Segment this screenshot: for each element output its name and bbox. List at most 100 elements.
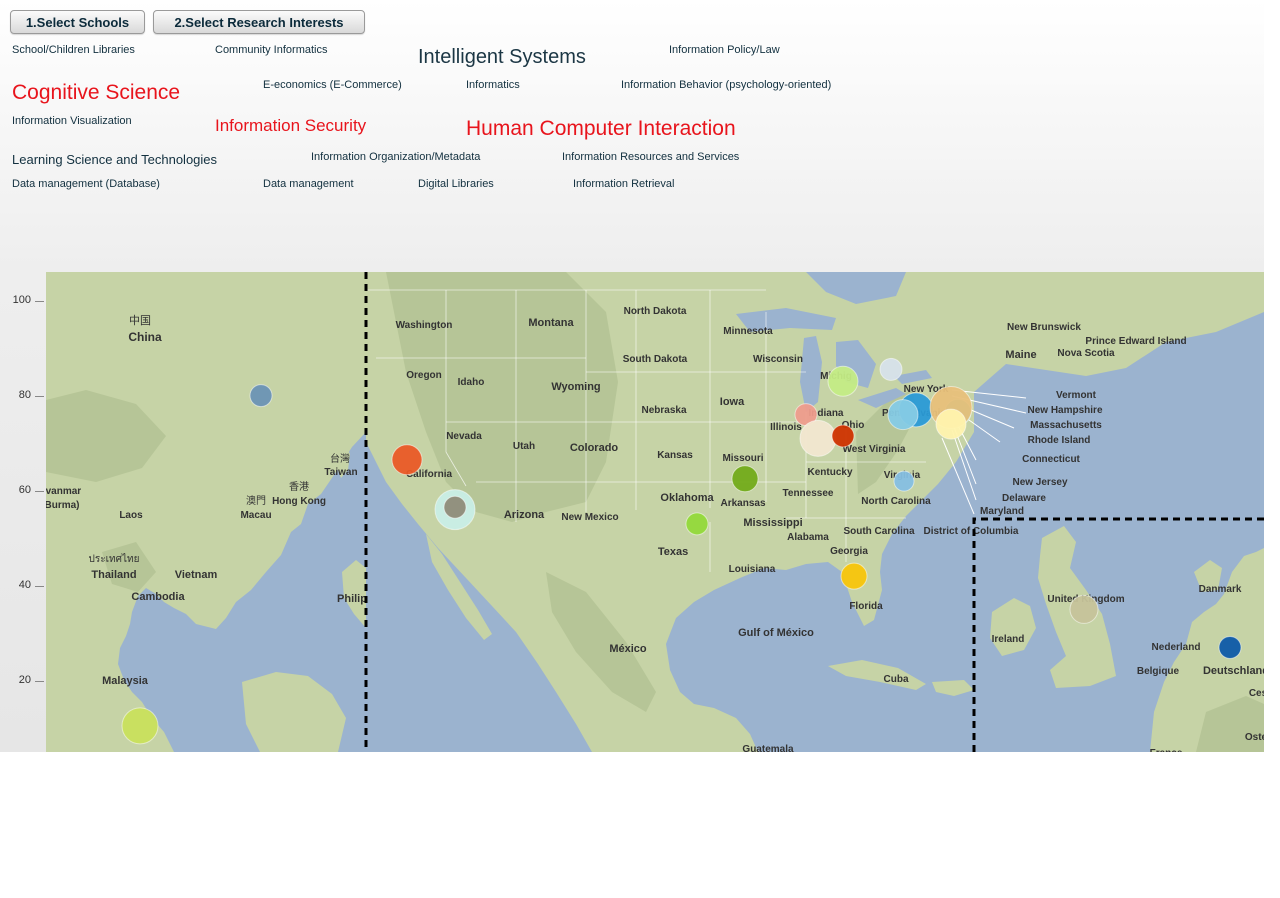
school-bubble[interactable]: New Jersey <box>935 408 967 440</box>
interest-tag-selected[interactable]: Information Security <box>215 117 366 134</box>
y-tick-label: 20 <box>18 673 31 686</box>
map-chart[interactable]: 中国 China 台灣 Taiwan 香港 Hong Kong 澳門 Macau Laos Tha… <box>46 272 1264 752</box>
map-label: West Virginia <box>843 444 906 455</box>
school-bubble[interactable]: Pennsylvania 2 <box>887 399 919 431</box>
map-label: Washington <box>396 320 453 331</box>
interest-tag[interactable]: Information Visualization <box>12 116 132 127</box>
interest-tag[interactable]: Information Retrieval <box>573 179 675 190</box>
map-label: New Hampshire <box>1027 405 1102 416</box>
map-label: Philip <box>337 593 367 605</box>
interest-tag[interactable]: Digital Libraries <box>418 179 494 190</box>
map-label: Kentucky <box>807 467 852 478</box>
school-bubble[interactable]: Southern California (inner) <box>443 495 467 519</box>
interest-tag[interactable]: Data management <box>263 179 354 190</box>
map-label: Laos <box>119 510 143 521</box>
interest-tag[interactable]: Informatics <box>466 80 520 91</box>
school-bubble[interactable]: Singapore <box>121 707 159 745</box>
y-tick-label: 40 <box>18 578 31 591</box>
y-axis: 100 80 60 40 20 <box>0 272 46 752</box>
school-bubble[interactable]: United Kingdom <box>1069 594 1099 624</box>
map-label: Connecticut <box>1022 454 1080 465</box>
y-tick-label: 100 <box>12 293 31 306</box>
map-label: Utah <box>513 441 535 452</box>
map-label: Colorado <box>570 442 619 454</box>
map-label: Tennessee <box>783 488 834 499</box>
interest-tag-selected[interactable]: Human Computer Interaction <box>466 118 736 139</box>
map-label: Arkansas <box>720 498 765 509</box>
school-bubble[interactable]: Missouri <box>731 465 759 493</box>
map-label: South Carolina <box>843 526 915 537</box>
map-label: lvanmar <box>46 486 81 497</box>
school-bubble[interactable]: Florida <box>840 562 868 590</box>
map-label: North Carolina <box>861 496 931 507</box>
map-label: Mississippi <box>743 517 802 529</box>
map-label: Vietnam <box>175 569 218 581</box>
map-label: 香港 <box>289 481 309 493</box>
map-label: Massachusetts <box>1030 420 1102 431</box>
interest-tag[interactable]: Community Informatics <box>215 45 327 56</box>
school-bubble[interactable]: Deutschland <box>1218 635 1242 659</box>
map-label: North Dakota <box>624 306 687 317</box>
map-label: Macau <box>240 510 271 521</box>
map-label: Ces <box>1249 688 1264 699</box>
map-label: Nebraska <box>641 405 686 416</box>
interest-tag[interactable]: School/Children Libraries <box>12 45 135 56</box>
map-label: 澳門 <box>246 494 266 507</box>
interest-tag[interactable]: Intelligent Systems <box>418 47 586 67</box>
map-label: Louisiana <box>729 564 776 575</box>
map-label: Vermont <box>1056 390 1097 401</box>
map-label: Florida <box>849 601 883 612</box>
select-research-interests-button[interactable]: 2.Select Research Interests <box>153 10 365 34</box>
school-bubble[interactable]: Ohio <box>831 424 855 448</box>
map-label: Kansas <box>657 450 693 461</box>
map-label: South Dakota <box>623 354 688 365</box>
school-bubble[interactable]: Northern California <box>391 444 423 476</box>
school-bubble[interactable]: Lake Erie / Buffalo <box>879 357 903 381</box>
interest-tag[interactable]: Information Organization/Metadata <box>311 152 480 163</box>
school-bubble[interactable]: Indiana <box>799 419 837 457</box>
map-label: District of Columbia <box>923 526 1018 537</box>
map-label: Delaware <box>1002 493 1046 504</box>
map-label: Maine <box>1005 349 1036 361</box>
y-tick-mark <box>35 680 44 682</box>
app-frame: 1.Select Schools 2.Select Research Inter… <box>0 0 1264 752</box>
map-label: Malaysia <box>102 675 149 687</box>
y-tick-mark <box>35 490 44 492</box>
map-label: New Mexico <box>561 512 618 523</box>
map-label: Nederland <box>1152 642 1201 653</box>
map-label: New Jersey <box>1012 477 1067 488</box>
map-label: ประเทศไทย <box>89 553 140 565</box>
map-label: Wisconsin <box>753 354 803 365</box>
school-bubble[interactable]: Michigan <box>827 365 859 397</box>
map-label: Belgique <box>1137 666 1180 677</box>
y-tick-label: 60 <box>18 483 31 496</box>
map-label: Deutschland <box>1203 665 1264 677</box>
map-label: Oregon <box>406 370 442 381</box>
map-label: Burma) <box>46 500 80 511</box>
map-label: Thailand <box>91 569 136 581</box>
map-label: Cambodia <box>131 591 185 603</box>
map-label: Arizona <box>504 509 545 521</box>
interest-tag[interactable]: Information Policy/Law <box>669 45 780 56</box>
map-label: México <box>609 643 647 655</box>
school-bubble[interactable]: Maryland / DC <box>893 470 915 492</box>
interest-tag[interactable]: Learning Science and Technologies <box>12 153 217 166</box>
interest-tag[interactable]: Information Resources and Services <box>562 152 739 163</box>
interest-tag[interactable]: E-economics (E-Commerce) <box>263 80 402 91</box>
select-schools-button[interactable]: 1.Select Schools <box>10 10 145 34</box>
interest-tag[interactable]: Data management (Database) <box>12 179 160 190</box>
map-label: Nova Scotia <box>1057 348 1115 359</box>
interest-tag-selected[interactable]: Cognitive Science <box>12 82 180 103</box>
map-label: Rhode Island <box>1028 435 1091 446</box>
map-label: Ireland <box>992 634 1025 645</box>
school-bubble[interactable]: Oklahoma / Texas <box>685 512 709 536</box>
school-bubble[interactable]: Beijing, China <box>249 384 273 408</box>
y-tick-label: 80 <box>18 388 31 401</box>
map-label: 中国 <box>129 314 151 327</box>
map-svg: 中国 China 台灣 Taiwan 香港 Hong Kong 澳門 Macau Laos Tha… <box>46 272 1264 752</box>
map-label: Prince Edward Island <box>1085 336 1186 347</box>
interest-tag[interactable]: Information Behavior (psychology-oriente… <box>621 80 831 91</box>
map-label: 台灣 <box>330 452 350 465</box>
map-label: Guatemala <box>742 744 794 752</box>
map-label: Cuba <box>884 674 909 685</box>
